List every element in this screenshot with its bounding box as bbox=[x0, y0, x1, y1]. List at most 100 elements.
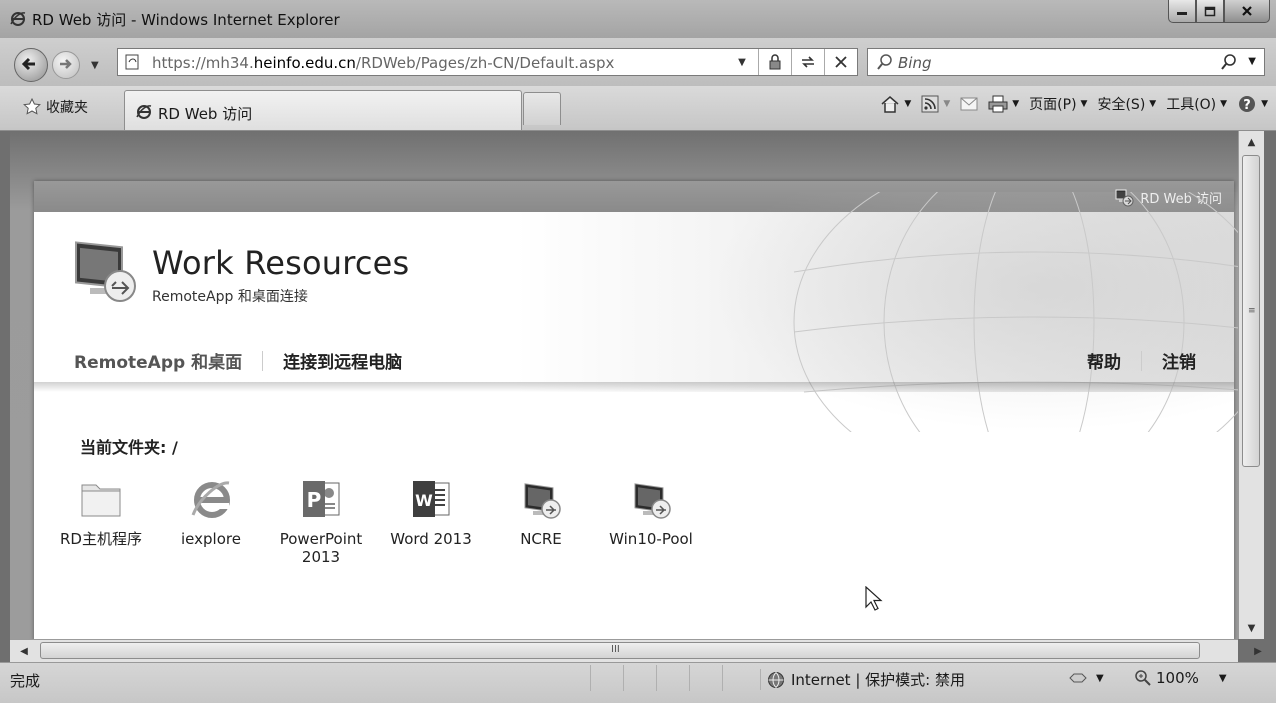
zoom-control[interactable]: 100% ▼ bbox=[1134, 669, 1227, 687]
search-box[interactable]: Bing ▼ bbox=[867, 48, 1265, 76]
page-title: Work Resources bbox=[152, 244, 410, 282]
svg-text:W: W bbox=[415, 491, 433, 510]
remote-desktop-icon bbox=[524, 483, 561, 519]
close-window-button[interactable] bbox=[1224, 0, 1270, 23]
forward-button[interactable] bbox=[52, 51, 80, 79]
app-powerpoint-2013[interactable]: P PowerPoint 2013 bbox=[266, 476, 376, 566]
nav-divider bbox=[1141, 350, 1142, 371]
change-status-button[interactable]: ▼ bbox=[1068, 670, 1104, 686]
address-url[interactable]: https://mh34.heinfo.edu.cn/RDWeb/Pages/z… bbox=[152, 54, 614, 72]
scroll-up-button[interactable]: ▲ bbox=[1239, 131, 1264, 153]
shield-icon bbox=[1069, 673, 1087, 683]
zoom-icon bbox=[1135, 670, 1151, 686]
word-icon: W bbox=[413, 481, 450, 517]
printer-icon bbox=[988, 95, 1008, 113]
powerpoint-icon: P bbox=[303, 481, 340, 517]
mail-icon bbox=[960, 97, 978, 111]
nav-divider bbox=[262, 350, 264, 371]
internet-explorer-icon bbox=[10, 12, 26, 26]
stop-button[interactable] bbox=[824, 49, 857, 75]
refresh-icon bbox=[802, 56, 814, 68]
content-viewport: RD Web 访问 bbox=[10, 131, 1238, 639]
internet-explorer-icon bbox=[136, 105, 152, 119]
nav-connect-remote-pc[interactable]: 连接到远程电脑 bbox=[283, 348, 402, 373]
status-bar: 完成 Internet | 保护模式: 禁用 ▼ 100% ▼ bbox=[0, 662, 1276, 703]
remote-desktop-icon bbox=[634, 483, 671, 519]
feeds-button[interactable]: ▼ bbox=[921, 95, 950, 113]
horizontal-scrollbar[interactable]: ◀ III ▶ bbox=[10, 639, 1262, 662]
internet-explorer-icon bbox=[191, 481, 230, 518]
arrow-right-icon bbox=[60, 59, 72, 69]
address-bar[interactable]: https://mh34.heinfo.edu.cn/RDWeb/Pages/z… bbox=[117, 48, 858, 76]
app-label: Word 2013 bbox=[390, 530, 472, 548]
svg-text:?: ? bbox=[1243, 98, 1251, 113]
star-icon bbox=[23, 97, 41, 115]
vertical-scroll-thumb[interactable]: ≡ bbox=[1242, 155, 1260, 467]
new-tab-button[interactable] bbox=[523, 92, 561, 125]
search-provider-icon bbox=[877, 54, 892, 70]
main-nav: RemoteApp 和桌面 连接到远程电脑 bbox=[74, 348, 402, 373]
chevron-down-icon: ▼ bbox=[1261, 99, 1268, 109]
search-options-dropdown[interactable]: ▼ bbox=[1248, 56, 1256, 67]
vertical-scrollbar[interactable]: ▲ ≡ ▼ bbox=[1238, 131, 1264, 639]
help-icon: ? bbox=[1239, 96, 1256, 113]
home-icon bbox=[881, 96, 899, 113]
back-button[interactable] bbox=[14, 48, 48, 82]
maximize-button[interactable] bbox=[1196, 0, 1224, 23]
page-banner: Work Resources RemoteApp 和桌面连接 RemoteApp… bbox=[34, 151, 1238, 493]
app-label: NCRE bbox=[520, 530, 562, 548]
chevron-down-icon: ▼ bbox=[1218, 672, 1227, 684]
app-ncre[interactable]: NCRE bbox=[486, 476, 596, 566]
safety-menu[interactable]: 安全(S) ▼ bbox=[1097, 94, 1156, 114]
minimize-icon bbox=[1177, 12, 1187, 15]
help-link[interactable]: 帮助 bbox=[1087, 348, 1121, 373]
globe-icon bbox=[768, 671, 784, 688]
page-menu[interactable]: 页面(P) ▼ bbox=[1029, 94, 1087, 114]
address-dropdown-button[interactable]: ▼ bbox=[726, 49, 758, 75]
print-button[interactable]: ▼ bbox=[988, 95, 1019, 113]
security-zone[interactable]: Internet | 保护模式: 禁用 bbox=[760, 669, 965, 690]
remote-desktop-logo bbox=[75, 241, 136, 302]
lock-icon[interactable] bbox=[758, 49, 791, 75]
app-iexplore[interactable]: iexplore bbox=[156, 476, 266, 566]
scroll-down-button[interactable]: ▼ bbox=[1239, 617, 1264, 639]
folder-icon bbox=[81, 484, 121, 517]
address-toolbar: ▼ https://mh34.heinfo.edu.cn/RDWeb/Pages… bbox=[0, 38, 1276, 86]
search-icon[interactable] bbox=[1220, 53, 1238, 71]
chevron-down-icon: ▼ bbox=[904, 99, 912, 109]
tools-menu[interactable]: 工具(O) ▼ bbox=[1166, 94, 1227, 114]
arrow-left-icon bbox=[21, 57, 35, 71]
scroll-right-button[interactable]: ▶ bbox=[1248, 640, 1268, 662]
command-toolbar: 收藏夹 RD Web 访问 ▼ ▼ ▼ 页面(P) ▼ 安全(S) ▼ 工具(O) ▼… bbox=[0, 86, 1276, 131]
window-title: RD Web 访问 - Windows Internet Explorer bbox=[32, 11, 340, 29]
tab-label: RD Web 访问 bbox=[158, 105, 253, 123]
read-mail-button[interactable] bbox=[960, 97, 978, 111]
maximize-icon bbox=[1204, 6, 1216, 16]
rss-icon bbox=[921, 95, 939, 113]
title-bar: RD Web 访问 - Windows Internet Explorer bbox=[0, 0, 1276, 39]
chevron-down-icon: ▼ bbox=[943, 99, 951, 109]
rdweb-page: RD Web 访问 bbox=[34, 151, 1238, 639]
logout-link[interactable]: 注销 bbox=[1162, 348, 1196, 373]
nav-remoteapp-desktops[interactable]: RemoteApp 和桌面 bbox=[74, 348, 242, 373]
status-panels bbox=[590, 665, 755, 691]
status-text: 完成 bbox=[10, 672, 41, 690]
minimize-button[interactable] bbox=[1168, 0, 1196, 23]
favorites-button[interactable]: 收藏夹 bbox=[22, 97, 88, 117]
globe-decoration bbox=[704, 151, 1238, 493]
app-rd-host-programs[interactable]: RD主机程序 bbox=[46, 476, 156, 566]
user-nav: 帮助 注销 bbox=[1087, 348, 1196, 373]
compatibility-view-button[interactable] bbox=[791, 49, 824, 75]
svg-text:P: P bbox=[307, 488, 322, 512]
page-subtitle: RemoteApp 和桌面连接 bbox=[152, 289, 308, 305]
tab-rd-web[interactable]: RD Web 访问 bbox=[124, 90, 522, 130]
app-win10-pool[interactable]: Win10-Pool bbox=[596, 476, 706, 566]
app-label: Win10-Pool bbox=[609, 530, 693, 548]
close-icon bbox=[1242, 6, 1252, 16]
home-button[interactable]: ▼ bbox=[880, 95, 911, 113]
app-word-2013[interactable]: W Word 2013 bbox=[376, 476, 486, 566]
scroll-left-button[interactable]: ◀ bbox=[14, 640, 34, 662]
horizontal-scroll-thumb[interactable]: III bbox=[40, 642, 1200, 659]
recent-pages-dropdown[interactable]: ▼ bbox=[91, 60, 99, 71]
help-menu[interactable]: ? ▼ bbox=[1237, 94, 1268, 114]
